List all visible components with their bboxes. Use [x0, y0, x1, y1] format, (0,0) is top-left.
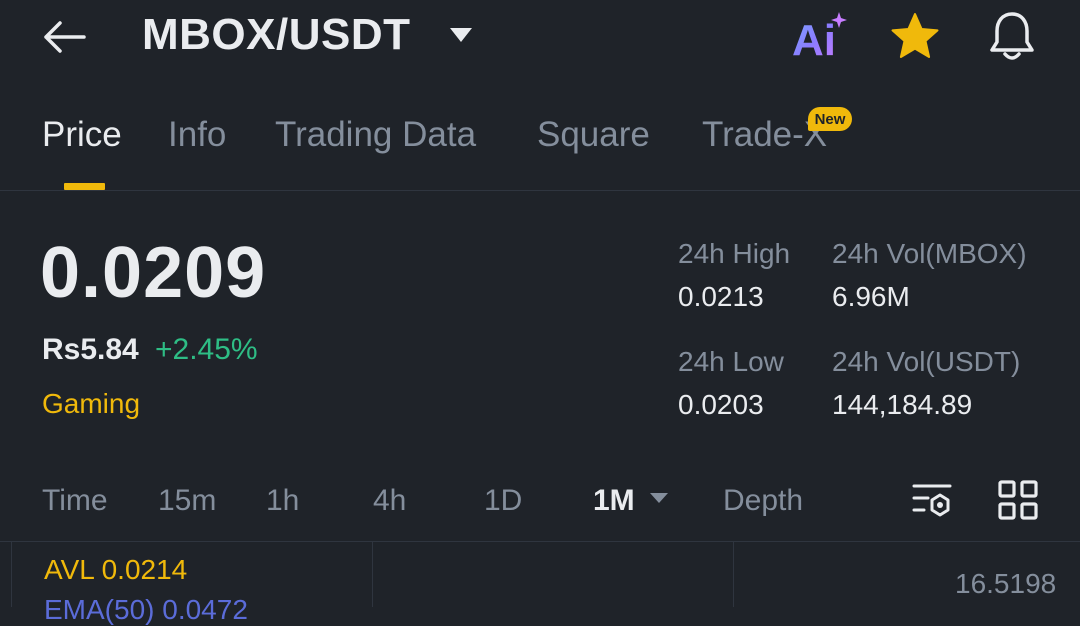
- interval-divider: [0, 541, 1080, 542]
- last-price: 0.0209: [40, 233, 267, 313]
- vol-quote-value: 144,184.89: [832, 389, 973, 420]
- tabs-divider: [0, 190, 1080, 191]
- high-label: 24h High: [678, 238, 791, 269]
- tab-square[interactable]: Square: [537, 115, 650, 155]
- grid-icon: [998, 480, 1038, 520]
- high-value: 0.0213: [678, 281, 764, 312]
- back-button[interactable]: [40, 12, 100, 62]
- bell-icon: [990, 12, 1034, 60]
- layout-grid-button[interactable]: [996, 478, 1040, 522]
- vol-quote-label: 24h Vol(USDT): [832, 346, 1021, 377]
- chart-settings-button[interactable]: [910, 478, 956, 524]
- interval-15m[interactable]: 15m: [158, 484, 216, 518]
- interval-1h[interactable]: 1h: [266, 484, 299, 518]
- category-tag[interactable]: Gaming: [42, 388, 140, 420]
- vol-base-value: 6.96M: [832, 281, 910, 312]
- tab-info[interactable]: Info: [168, 115, 226, 155]
- low-value: 0.0203: [678, 389, 764, 420]
- active-tab-indicator: [64, 183, 105, 190]
- price-change-percent: +2.45%: [155, 333, 258, 366]
- star-icon: [891, 13, 939, 58]
- chart-grid-line: [733, 542, 734, 607]
- interval-time[interactable]: Time: [42, 484, 108, 518]
- interval-1d[interactable]: 1D: [484, 484, 522, 518]
- low-label: 24h Low: [678, 346, 784, 377]
- back-arrow-icon: [44, 21, 86, 53]
- ema-indicator-label: EMA(50) 0.0472: [44, 594, 248, 625]
- caret-down-icon[interactable]: [448, 25, 474, 45]
- tab-price[interactable]: Price: [42, 115, 122, 155]
- fiat-price: Rs5.84: [42, 333, 139, 366]
- ai-label: Ai: [792, 16, 836, 62]
- chart-grid-line: [11, 542, 12, 607]
- interval-4h[interactable]: 4h: [373, 484, 406, 518]
- tab-trading-data[interactable]: Trading Data: [275, 115, 476, 155]
- vol-base-label: 24h Vol(MBOX): [832, 238, 1027, 269]
- notification-button[interactable]: [985, 8, 1039, 64]
- price-axis-value: 16.5198: [955, 568, 1057, 599]
- interval-1m[interactable]: 1M: [593, 484, 635, 518]
- ai-button[interactable]: Ai: [790, 10, 850, 65]
- pair-title[interactable]: MBOX/USDT: [142, 10, 411, 60]
- interval-caret-down-icon[interactable]: [648, 491, 670, 505]
- ai-icon: Ai: [792, 12, 847, 65]
- interval-depth[interactable]: Depth: [723, 484, 803, 518]
- avl-indicator-label: AVL 0.0214: [44, 554, 188, 585]
- favorite-button[interactable]: [888, 10, 942, 64]
- chart-settings-icon: [912, 484, 952, 517]
- chart-grid-line: [372, 542, 373, 607]
- new-badge: New: [808, 107, 852, 131]
